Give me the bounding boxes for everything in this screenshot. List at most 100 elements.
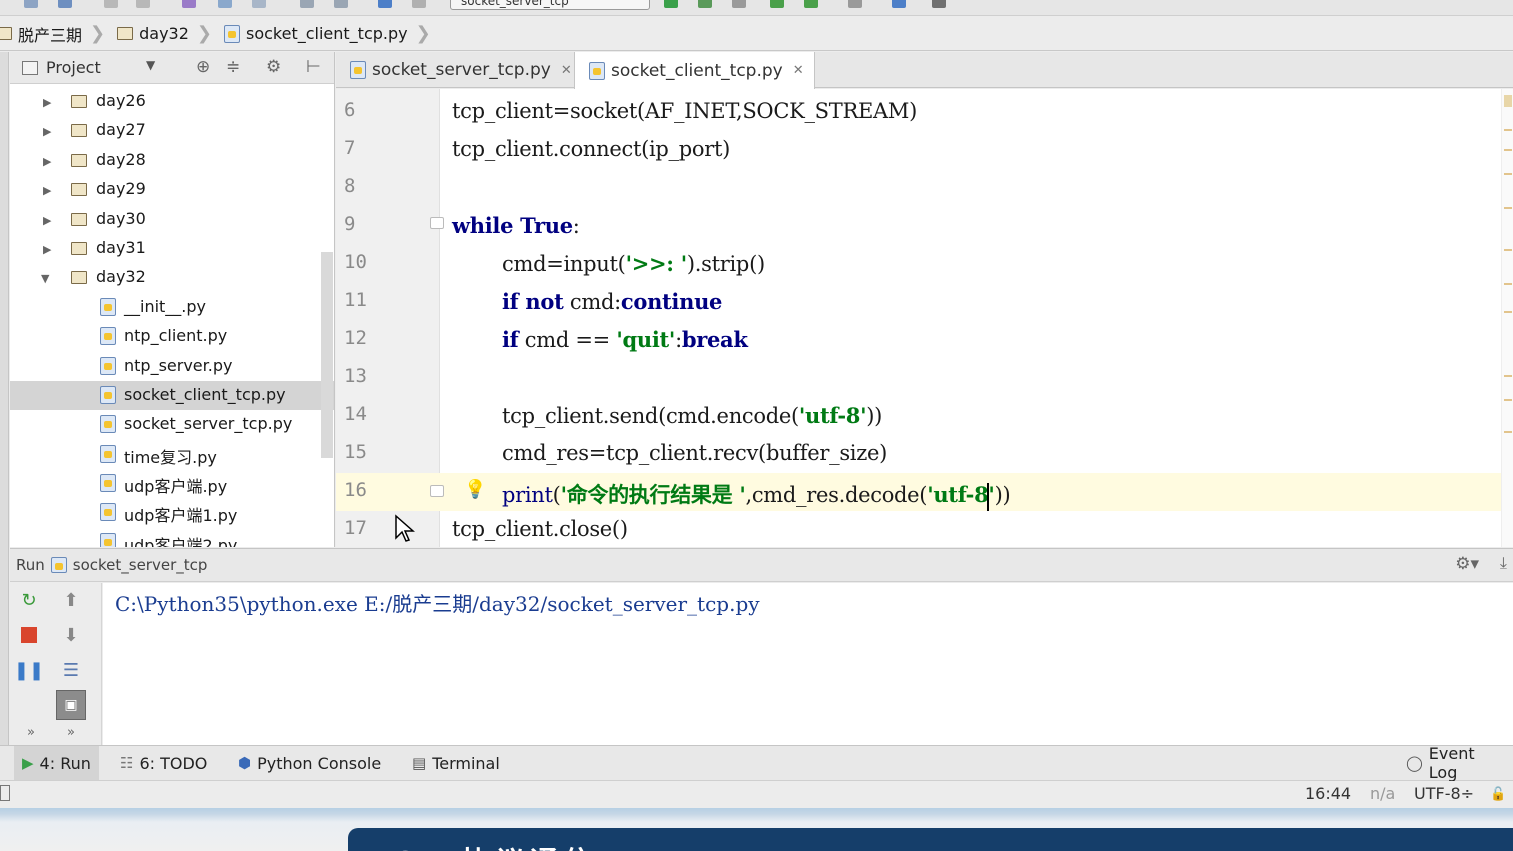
caret-position[interactable]: 16:44 (1305, 784, 1351, 803)
scroll-up-icon[interactable]: ⬆ (60, 589, 82, 611)
run-console[interactable]: C:\Python35\python.exe E:/脱产三期/day32/soc… (103, 583, 1513, 745)
code-line[interactable]: 6 tcp_client=socket(AF_INET,SOCK_STREAM) (336, 93, 1513, 131)
rerun-icon[interactable]: ↻ (18, 589, 40, 611)
paste-icon[interactable] (252, 0, 266, 8)
fold-marker-icon[interactable] (430, 217, 444, 229)
restore-layout-icon[interactable]: ▣ (56, 690, 86, 720)
tree-file[interactable]: ntp_server.py (10, 352, 334, 381)
expand-arrow-icon[interactable]: ▶ (43, 214, 51, 227)
debug-icon[interactable] (698, 0, 712, 8)
collapse-all-icon[interactable]: ≑ (226, 57, 240, 77)
breadcrumb-file[interactable]: socket_client_tcp.py ❯ (220, 17, 439, 51)
more-icon[interactable]: » (60, 721, 82, 743)
tree-folder-day29[interactable]: ▶ day29 (10, 175, 334, 204)
stripe-mark[interactable] (1504, 399, 1512, 401)
copy-icon[interactable] (218, 0, 232, 8)
code-line[interactable]: 15 cmd_res=tcp_client.recv(buffer_size) (336, 435, 1513, 473)
save-icon[interactable] (24, 0, 38, 8)
error-stripe[interactable] (1501, 89, 1513, 547)
breadcrumb-folder[interactable]: day32 ❯ (113, 17, 220, 51)
nav-forward-icon[interactable] (412, 0, 426, 8)
expand-arrow-icon[interactable]: ▶ (43, 155, 51, 168)
tree-folder-day27[interactable]: ▶ day27 (10, 116, 334, 145)
code-line[interactable]: 9 while True: (336, 207, 1513, 245)
code-line[interactable]: 14 tcp_client.send(cmd.encode('utf-8')) (336, 397, 1513, 435)
tree-folder-day26[interactable]: ▶ day26 (10, 87, 334, 116)
find-icon[interactable] (300, 0, 314, 8)
run-config-selector[interactable]: socket_server_tcp (450, 0, 650, 10)
tab-socket-server-tcp[interactable]: socket_server_tcp.py ✕ (336, 52, 582, 88)
profile-icon[interactable] (770, 0, 784, 8)
soft-wrap-icon[interactable]: ☰ (60, 659, 82, 681)
stripe-mark[interactable] (1504, 283, 1512, 285)
hide-panel-icon[interactable]: ⤓ (1500, 553, 1507, 573)
tree-file[interactable]: time复习.py (10, 440, 334, 469)
stripe-mark[interactable] (1504, 173, 1512, 175)
stop-icon[interactable] (18, 624, 40, 646)
left-tool-strip[interactable] (0, 52, 9, 745)
tree-file[interactable]: udp客户端.py (10, 469, 334, 498)
stripe-mark[interactable] (1504, 311, 1512, 313)
more-icon[interactable]: » (20, 721, 42, 743)
back-icon[interactable] (104, 0, 118, 8)
scroll-down-icon[interactable]: ⬇ (60, 624, 82, 646)
tree-file[interactable]: udp客户端2.py (10, 528, 334, 547)
stripe-mark[interactable] (1504, 95, 1512, 107)
hide-panel-icon[interactable]: ⊢ (306, 57, 321, 77)
breadcrumb-project[interactable]: 脱产三期 ❯ (0, 17, 113, 51)
project-view-selector[interactable]: Project (22, 58, 101, 77)
nav-back-icon[interactable] (378, 0, 392, 8)
stripe-mark[interactable] (1504, 249, 1512, 251)
coverage-icon[interactable] (732, 0, 746, 8)
chevron-down-icon[interactable]: ▼ (146, 58, 155, 72)
tab-todo[interactable]: ☷ 6: TODO (112, 746, 215, 780)
pause-icon[interactable]: ❚❚ (14, 659, 44, 681)
code-line[interactable]: 11 if not cmd:continue (336, 283, 1513, 321)
tree-file-selected[interactable]: socket_client_tcp.py (10, 380, 334, 411)
stripe-mark[interactable] (1504, 375, 1512, 377)
cut-icon[interactable] (182, 0, 196, 8)
tree-folder-day28[interactable]: ▶ day28 (10, 146, 334, 175)
tree-file[interactable]: udp客户端1.py (10, 498, 334, 527)
replace-icon[interactable] (334, 0, 348, 8)
code-line[interactable]: 7 tcp_client.connect(ip_port) (336, 131, 1513, 169)
expand-arrow-icon[interactable]: ▶ (43, 184, 51, 197)
close-icon[interactable]: ✕ (561, 63, 572, 78)
tree-file[interactable]: __init__.py (10, 293, 334, 322)
run-config-name[interactable]: socket_server_tcp (73, 556, 208, 574)
code-line[interactable]: 13 (336, 359, 1513, 397)
code-line[interactable]: 10 cmd=input('>>: ').strip() (336, 245, 1513, 283)
sync-icon[interactable] (58, 0, 72, 8)
tab-socket-client-tcp[interactable]: socket_client_tcp.py ✕ (574, 52, 815, 89)
stripe-mark[interactable] (1504, 149, 1512, 151)
lightbulb-icon[interactable]: 💡 (464, 479, 486, 500)
close-icon[interactable]: ✕ (793, 63, 804, 78)
scroll-from-source-icon[interactable]: ⊕ (196, 57, 210, 77)
lock-icon[interactable]: 🔓 (1490, 787, 1506, 802)
expand-arrow-icon[interactable]: ▶ (43, 96, 51, 109)
vcs-icon[interactable] (848, 0, 862, 8)
forward-icon[interactable] (136, 0, 150, 8)
stripe-mark[interactable] (1504, 431, 1512, 433)
tree-file[interactable]: ntp_client.py (10, 322, 334, 351)
gear-icon[interactable]: ⚙ (266, 57, 281, 77)
stripe-mark[interactable] (1504, 129, 1512, 131)
file-encoding[interactable]: UTF-8÷ (1414, 784, 1474, 803)
sdk-icon[interactable] (932, 0, 946, 8)
tab-terminal[interactable]: ▤ Terminal (404, 746, 508, 780)
code-line-current[interactable]: 16 💡 print('命令的执行结果是 ',cmd_res.decode('u… (336, 473, 1513, 511)
run-icon[interactable] (664, 0, 678, 8)
expand-arrow-icon[interactable]: ▶ (43, 243, 51, 256)
collapse-arrow-icon[interactable]: ▼ (41, 272, 49, 285)
tree-folder-day30[interactable]: ▶ day30 (10, 205, 334, 234)
expand-arrow-icon[interactable]: ▶ (43, 125, 51, 138)
concurrency-icon[interactable] (804, 0, 818, 8)
code-line[interactable]: 8 (336, 169, 1513, 207)
tool-window-toggle-icon[interactable] (0, 785, 10, 801)
tree-file[interactable]: socket_server_tcp.py (10, 410, 334, 439)
code-line[interactable]: 17 tcp_client.close() (336, 511, 1513, 547)
tree-scrollbar[interactable] (321, 252, 333, 458)
tab-event-log[interactable]: ◯ Event Log (1398, 744, 1513, 782)
code-line[interactable]: 12 if cmd == 'quit':break (336, 321, 1513, 359)
tab-run[interactable]: ▶ 4: Run (14, 746, 99, 780)
